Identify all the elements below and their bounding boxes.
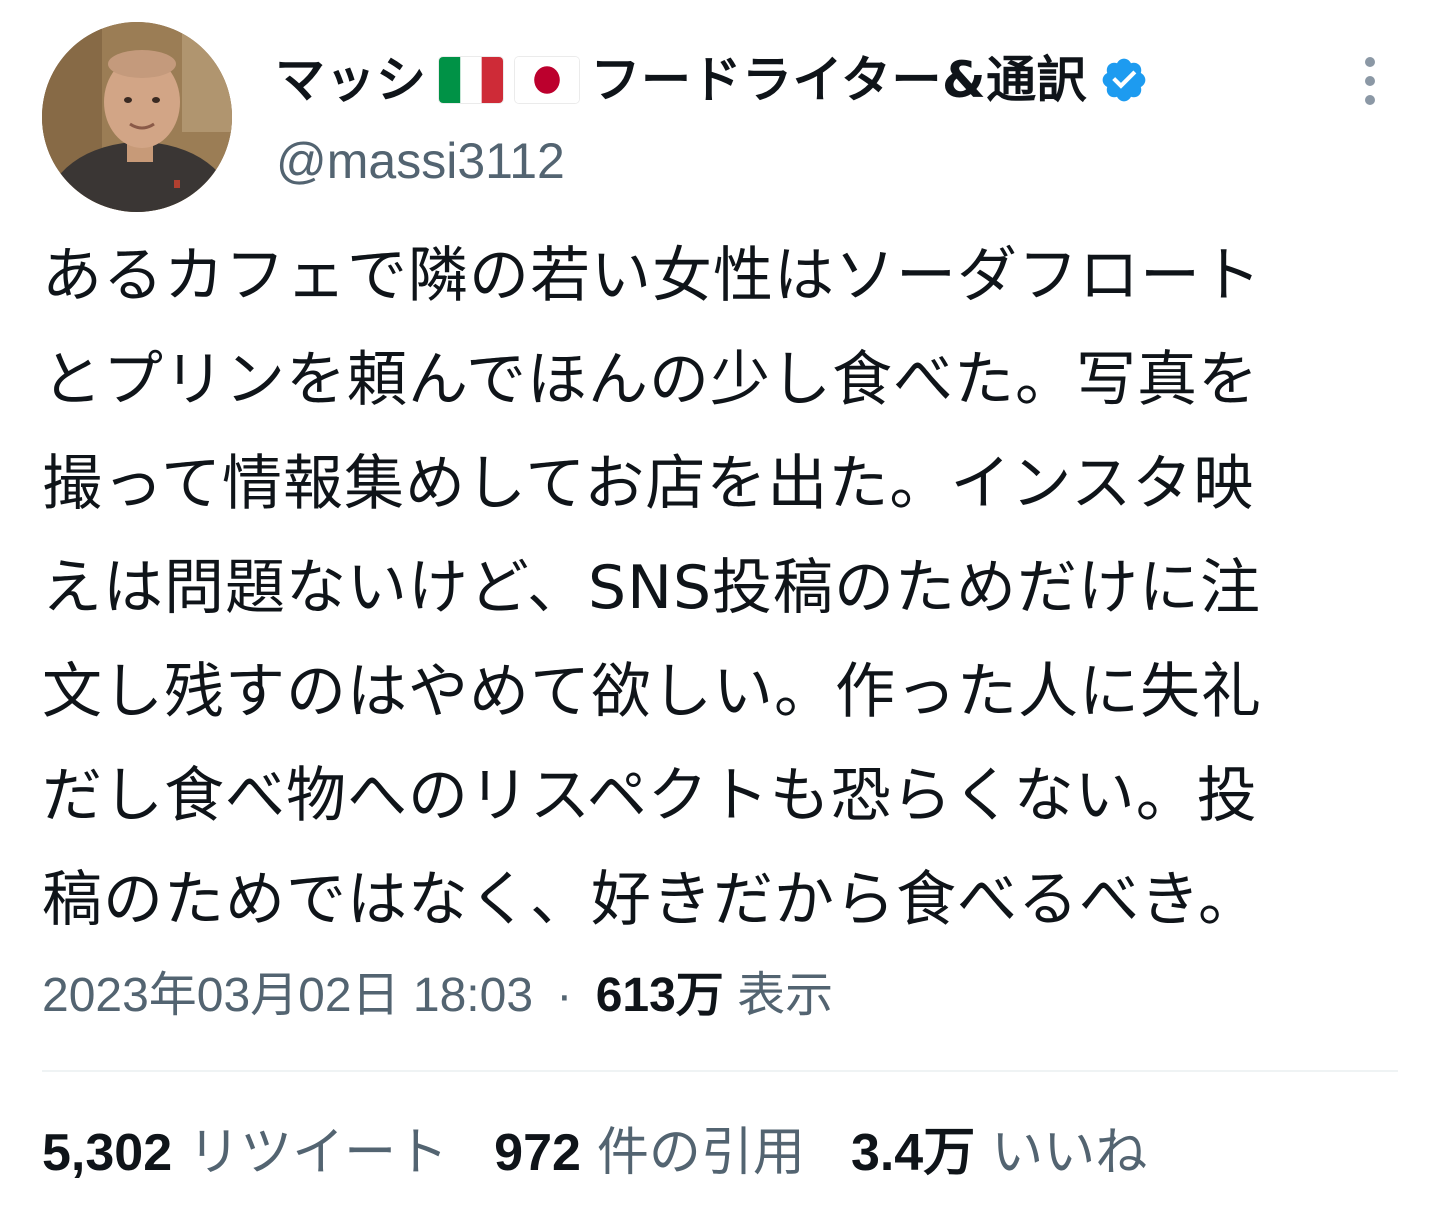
views-label: 表示 bbox=[737, 969, 834, 1022]
quotes-count: 972 bbox=[494, 1124, 581, 1182]
tweet-text-line: とプリンを頼んでほんの少し食べた。写真を bbox=[42, 345, 1259, 415]
divider bbox=[42, 1070, 1398, 1072]
tweet-text-line: 撮って情報集めしてお店を出た。インスタ映 bbox=[42, 449, 1255, 519]
views-count: 613万 bbox=[595, 969, 724, 1022]
retweets-label: リツイート bbox=[188, 1124, 449, 1182]
avatar[interactable] bbox=[42, 22, 232, 212]
flag-japan-icon bbox=[514, 57, 579, 103]
tweet-text-line: 文し残すのはやめて欲しい。作った人に失礼 bbox=[42, 657, 1262, 727]
avatar-image bbox=[42, 22, 232, 212]
retweets-count: 5,302 bbox=[42, 1124, 173, 1182]
tweet-text: あるカフェで隣の若い女性はソーダフロート とプリンを頼んでほんの少し食べた。写真… bbox=[42, 224, 1402, 952]
retweets-stat[interactable]: 5,302 リツイート bbox=[42, 1118, 448, 1188]
user-name-row[interactable]: マッシ フードライター&通訳 bbox=[275, 40, 1149, 120]
meta-separator: · bbox=[556, 969, 573, 1022]
display-name-suffix[interactable]: フードライター&通訳 bbox=[591, 55, 1088, 105]
tweet-text-line: だし食べ物へのリスペクトも恐らくない。投 bbox=[42, 761, 1258, 831]
engagement-stats: 5,302 リツイート 972 件の引用 3.4万 いいね bbox=[42, 1118, 1147, 1188]
verified-badge-icon[interactable] bbox=[1099, 55, 1149, 105]
tweet-text-line: 稿のためではなく、好きだから食べるべき。 bbox=[42, 865, 1259, 935]
likes-label: いいね bbox=[991, 1124, 1148, 1182]
likes-count: 3.4万 bbox=[850, 1124, 976, 1182]
user-handle[interactable]: @massi3112 bbox=[276, 136, 565, 186]
tweet-detail: マッシ フードライター&通訳 @massi3112 あるカフェで隣の若い女性はソ… bbox=[0, 0, 1440, 1225]
quotes-label: 件の引用 bbox=[596, 1124, 805, 1182]
quotes-stat[interactable]: 972 件の引用 bbox=[494, 1118, 805, 1188]
tweet-text-line: えは問題ないけど、SNS投稿のためだけに注 bbox=[42, 553, 1262, 623]
likes-stat[interactable]: 3.4万 いいね bbox=[851, 1118, 1147, 1188]
more-vertical-icon[interactable] bbox=[1354, 54, 1386, 108]
timestamp[interactable]: 2023年03月02日 18:03 bbox=[42, 969, 533, 1022]
tweet-text-line: あるカフェで隣の若い女性はソーダフロート bbox=[42, 241, 1262, 311]
tweet-meta: 2023年03月02日 18:03 · 613万 表示 bbox=[42, 966, 833, 1026]
flag-italy-icon bbox=[438, 57, 503, 103]
display-name[interactable]: マッシ bbox=[275, 55, 427, 105]
